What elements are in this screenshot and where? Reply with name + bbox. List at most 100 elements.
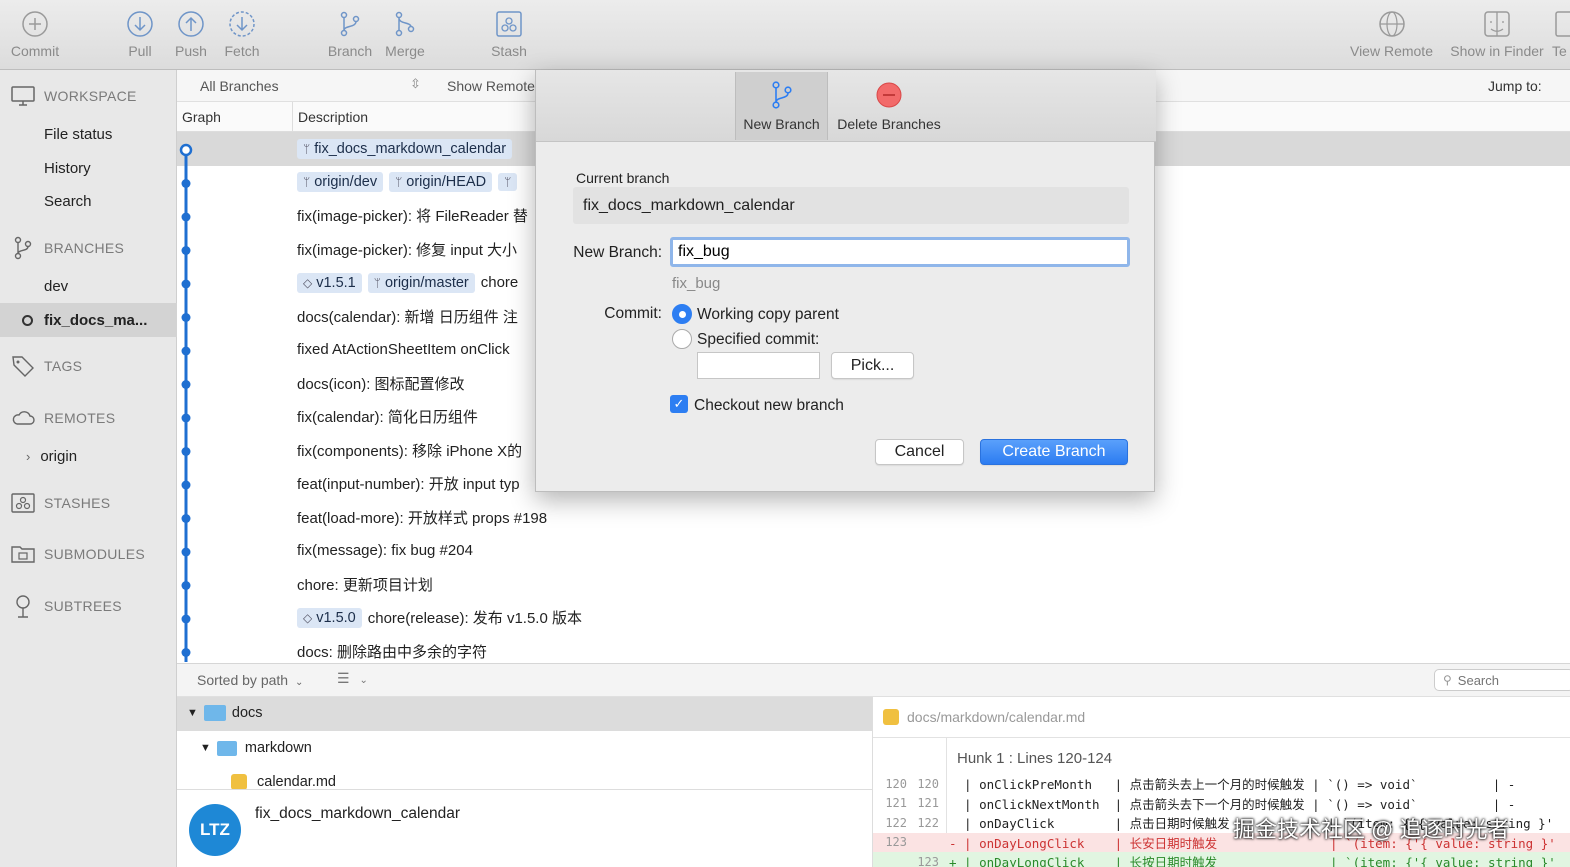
tab-delete-branches-label: Delete Branches <box>837 116 941 132</box>
fetch-button[interactable]: Fetch <box>207 6 277 66</box>
stash-button[interactable]: Stash <box>474 6 544 66</box>
current-branch-label: Current branch <box>576 170 670 186</box>
sidebar-section-tags[interactable]: TAGS <box>10 352 82 380</box>
specified-commit-input[interactable] <box>697 352 820 379</box>
view-options-dropdown[interactable]: ☰ ⌄ <box>337 670 368 687</box>
terminal-label: Te <box>1552 43 1567 59</box>
tab-new-branch[interactable]: New Branch <box>735 72 828 140</box>
sidebar-section-submodules[interactable]: SUBMODULES <box>10 540 145 568</box>
specified-commit-radio[interactable] <box>672 329 692 349</box>
sidebar-section-remotes[interactable]: REMOTES <box>10 404 115 432</box>
sidebar-section-workspace[interactable]: WORKSPACE <box>10 82 137 110</box>
show-in-finder-button[interactable]: Show in Finder <box>1446 6 1548 66</box>
fetch-label: Fetch <box>224 43 260 59</box>
cancel-button[interactable]: Cancel <box>875 439 964 465</box>
checkout-new-branch-checkbox[interactable]: ✓ <box>670 395 688 413</box>
updown-chevron-icon[interactable]: ⇳ <box>410 76 421 92</box>
commit-node[interactable] <box>181 514 191 523</box>
ref-badge: ᛘ origin/dev <box>297 172 384 193</box>
sidebar-item-branch-dev[interactable]: dev <box>44 278 68 295</box>
pick-commit-button[interactable]: Pick... <box>831 352 914 379</box>
commit-branch-name: fix_docs_markdown_calendar <box>255 805 461 822</box>
commit-node[interactable] <box>181 179 191 188</box>
commit-description: fix(image-picker): 修复 input 大小 <box>297 239 517 260</box>
working-copy-parent-label: Working copy parent <box>697 306 839 323</box>
commit-message: docs(calendar): 新增 日历组件 注 <box>297 308 518 326</box>
file-search-input[interactable] <box>1457 672 1558 688</box>
commit-node[interactable] <box>181 346 191 356</box>
chevron-down-icon: ⌄ <box>294 677 304 688</box>
ref-badge-label: v1.5.1 <box>316 274 356 291</box>
commit-node[interactable] <box>181 313 191 322</box>
ref-badge-label: origin/dev <box>314 174 378 191</box>
working-copy-parent-radio[interactable] <box>672 304 692 324</box>
arrow-up-circle-icon <box>176 9 206 39</box>
show-remote-toggle[interactable]: Show Remote <box>447 78 535 94</box>
sidebar-section-stashes[interactable]: STASHES <box>10 489 110 517</box>
tag-icon <box>10 353 36 379</box>
file-tree: ▼ docs ▼ markdown calendar.md <box>177 697 872 790</box>
commit-button[interactable]: Commit <box>0 6 70 66</box>
file-search-field[interactable]: ⚲ <box>1434 669 1570 691</box>
sidebar-item-file-status[interactable]: File status <box>44 126 112 143</box>
commit-node[interactable] <box>181 212 191 222</box>
branch-filter-select[interactable]: All Branches <box>200 78 279 94</box>
view-remote-button[interactable]: View Remote <box>1344 6 1439 66</box>
chevron-right-icon: › <box>26 449 31 464</box>
new-line-number: 120 <box>917 776 939 791</box>
commit-node[interactable] <box>181 648 191 657</box>
sidebar-item-remote-origin[interactable]: › origin <box>26 448 77 465</box>
sidebar-item-branch-current[interactable]: fix_docs_ma... <box>22 312 147 329</box>
diff-line: 123 + | onDayLongClick | 长按日期时触发 | `(item… <box>873 852 1570 867</box>
branch-icon: ᛘ <box>504 175 512 190</box>
folder-docs-label: docs <box>231 705 263 721</box>
folder-icon <box>203 705 226 721</box>
sidebar-item-search[interactable]: Search <box>44 193 92 210</box>
commit-node[interactable] <box>181 246 191 255</box>
new-branch-input[interactable] <box>670 237 1130 267</box>
commit-node[interactable] <box>179 143 193 157</box>
sort-dropdown[interactable]: Sorted by path ⌄ <box>197 672 303 688</box>
commit-node[interactable] <box>181 380 191 389</box>
tree-row-markdown[interactable]: ▼ markdown <box>200 740 312 756</box>
commit-node[interactable] <box>181 581 191 590</box>
tags-label: TAGS <box>44 358 83 374</box>
commit-description: fix(image-picker): 将 FileReader 替 <box>297 205 528 226</box>
commit-node[interactable] <box>181 447 191 456</box>
commit-description: fix(calendar): 简化日历组件 <box>297 406 478 427</box>
avatar-initials: LTZ <box>200 820 230 839</box>
commit-row[interactable]: docs: 删除路由中多余的字符 <box>177 635 1570 663</box>
tree-row-calendar-md[interactable]: calendar.md <box>231 774 336 790</box>
stash-icon <box>494 9 524 39</box>
commit-message: feat(load-more): 开放样式 props #198 <box>297 509 548 527</box>
sidebar-section-subtrees[interactable]: SUBTREES <box>10 592 122 620</box>
file-list-toolbar: Sorted by path ⌄ ☰ ⌄ ⚲ <box>177 663 1570 697</box>
terminal-button[interactable]: Te <box>1552 6 1570 66</box>
commit-node[interactable] <box>181 547 191 557</box>
merge-button[interactable]: Merge <box>370 6 440 66</box>
commit-node[interactable] <box>181 279 191 289</box>
tab-delete-branches[interactable]: Delete Branches <box>830 72 948 140</box>
commit-node[interactable] <box>181 413 191 423</box>
list-options-icon: ☰ <box>337 670 350 686</box>
folder-markdown-label: markdown <box>244 740 312 756</box>
tree-row-docs[interactable]: ▼ docs <box>187 705 263 721</box>
sidebar-section-branches[interactable]: BRANCHES <box>10 234 124 262</box>
commit-row[interactable]: fix(message): fix bug #204 <box>177 534 1570 568</box>
new-branch-field-label: New Branch: <box>573 244 662 261</box>
sort-label: Sorted by path <box>197 672 289 688</box>
commit-node[interactable] <box>181 480 191 490</box>
sidebar-item-history[interactable]: History <box>44 160 91 177</box>
description-column-header[interactable]: Description <box>298 109 368 125</box>
commit-row[interactable]: feat(load-more): 开放样式 props #198 <box>177 501 1570 535</box>
commit-message: fix(image-picker): 将 FileReader 替 <box>297 208 528 226</box>
arrow-down-circle-icon <box>125 9 155 39</box>
diff-line: 121 121 | onClickNextMonth | 点击箭头去下一个月的时候… <box>873 794 1570 813</box>
commit-row[interactable]: chore: 更新项目计划 <box>177 568 1570 602</box>
commit-node[interactable] <box>181 614 191 624</box>
commit-row[interactable]: ◇ v1.5.0 chore(release): 发布 v1.5.0 版本 <box>177 601 1570 635</box>
hunk-header: Hunk 1 : Lines 120-124 <box>957 750 1113 767</box>
create-branch-button[interactable]: Create Branch <box>980 439 1128 465</box>
graph-column-header[interactable]: Graph <box>182 109 221 125</box>
sidebar: WORKSPACE File status History Search BRA… <box>0 70 177 867</box>
